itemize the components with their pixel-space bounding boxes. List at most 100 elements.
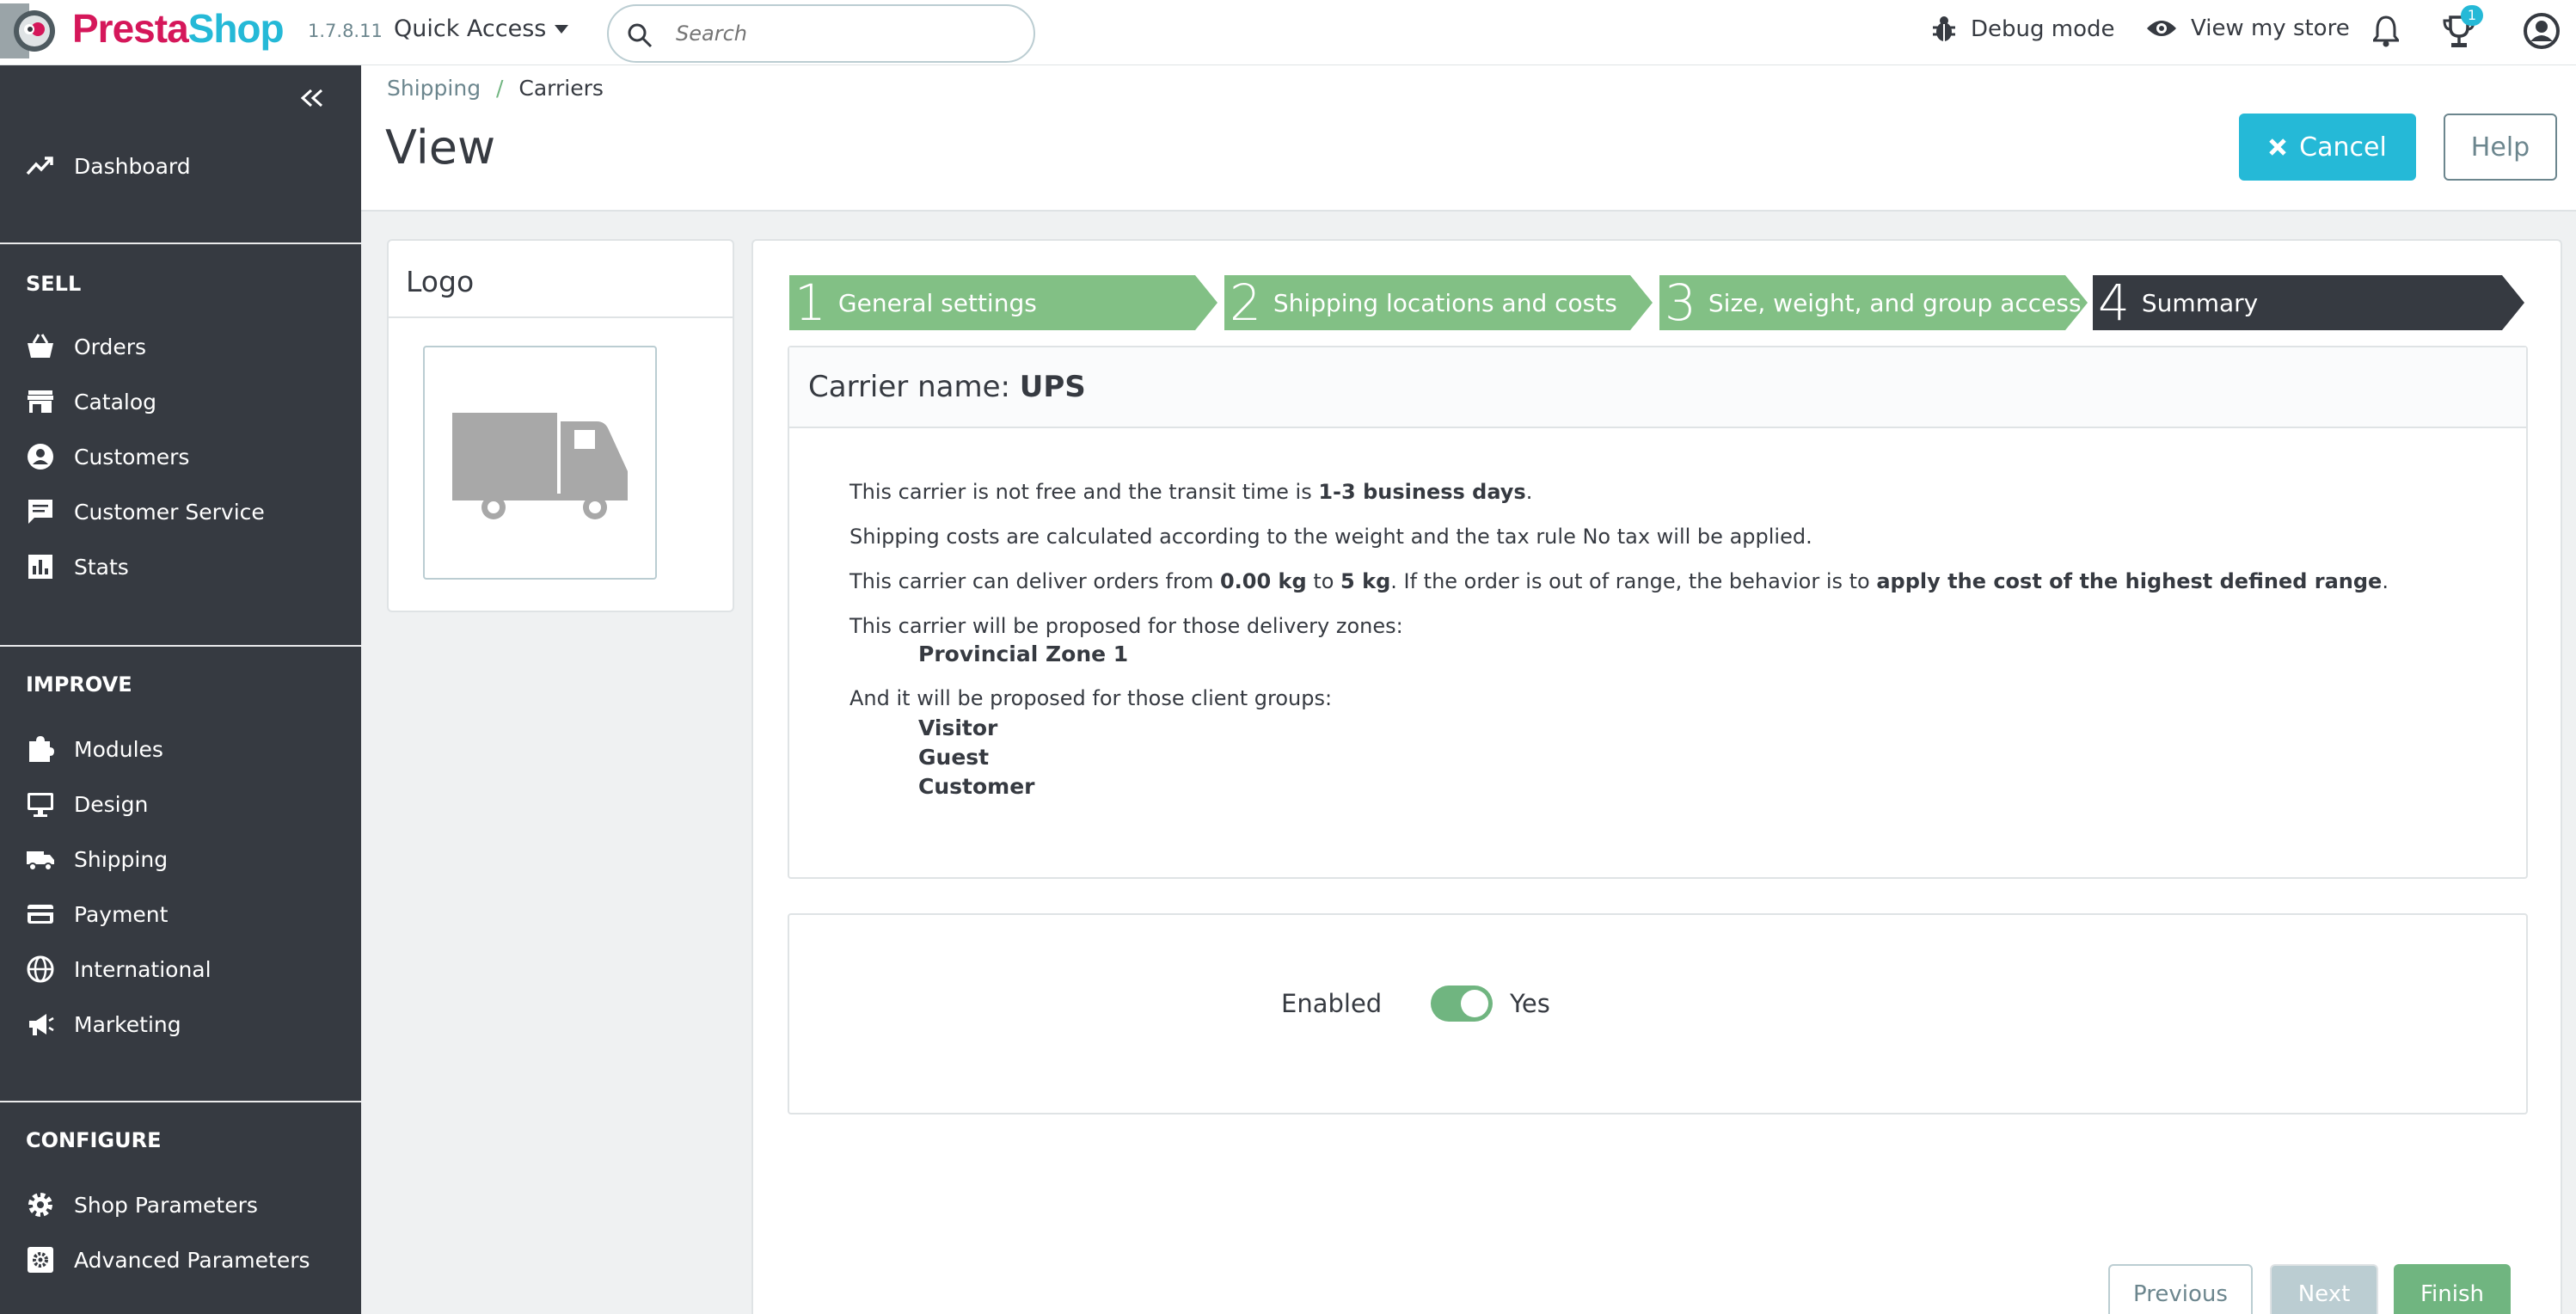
sidebar-section-configure: CONFIGURE <box>26 1128 162 1152</box>
enabled-toggle[interactable] <box>1431 985 1493 1022</box>
close-icon <box>2269 138 2286 156</box>
sidebar-label-customer-service: Customer Service <box>74 499 265 525</box>
sidebar-label-dashboard: Dashboard <box>74 153 191 179</box>
step-number: 1 <box>794 273 826 332</box>
search-icon <box>628 23 653 48</box>
globe-icon <box>27 955 54 983</box>
breadcrumb-separator: / <box>496 76 504 101</box>
sidebar-section-sell: SELL <box>26 272 82 296</box>
enabled-label: Enabled <box>1281 989 1383 1018</box>
step-number: 4 <box>2098 273 2130 332</box>
carrier-logo-image <box>423 346 657 580</box>
summary-text: This carrier is not free and the transit… <box>849 480 1319 504</box>
quick-access-dropdown[interactable]: Quick Access <box>394 15 569 42</box>
enabled-value: Yes <box>1510 989 1550 1018</box>
sidebar-label-customers: Customers <box>74 444 190 470</box>
summary-transit-line: This carrier is not free and the transit… <box>849 480 1532 504</box>
step-label: Summary <box>2141 288 2259 317</box>
debug-mode-link[interactable]: Debug mode <box>1931 15 2115 43</box>
summary-panel-header: Carrier name: UPS <box>789 347 2526 428</box>
breadcrumb-shipping[interactable]: Shipping <box>387 76 481 101</box>
next-button[interactable]: Next <box>2270 1264 2378 1314</box>
sidebar-section-improve: IMPROVE <box>26 672 132 697</box>
eye-icon <box>2147 21 2176 36</box>
summary-costs-line: Shipping costs are calculated according … <box>849 525 1812 549</box>
search-input[interactable] <box>676 18 1003 49</box>
finish-button[interactable]: Finish <box>2394 1264 2511 1314</box>
prestashop-logo-icon[interactable] <box>0 3 58 58</box>
caret-down-icon <box>555 24 569 34</box>
sidebar-label-shop-parameters: Shop Parameters <box>74 1192 258 1218</box>
gear-icon <box>28 1193 52 1217</box>
wizard-step-3[interactable]: 3 Size, weight, and group access <box>1659 273 2088 332</box>
cancel-button[interactable]: Cancel <box>2239 114 2416 181</box>
brand-logo-text[interactable]: PrestaShop <box>72 5 285 52</box>
store-icon <box>28 390 53 413</box>
help-button[interactable]: Help <box>2444 114 2557 181</box>
shopping-basket-icon <box>28 334 53 358</box>
sidebar-item-payment[interactable]: Payment <box>26 893 168 936</box>
sidebar-item-customers[interactable]: Customers <box>26 435 189 478</box>
account-icon[interactable] <box>2523 12 2561 50</box>
sidebar-item-customer-service[interactable]: Customer Service <box>26 490 265 533</box>
transit-time-value: 1-3 business days <box>1318 480 1526 504</box>
range-max-value: 5 kg <box>1340 569 1391 593</box>
enabled-panel <box>788 913 2528 1114</box>
step-number: 3 <box>1665 273 1696 332</box>
sidebar-item-shipping[interactable]: Shipping <box>26 838 168 881</box>
summary-range-line: This carrier can deliver orders from 0.0… <box>849 569 2389 593</box>
carrier-name-value: UPS <box>1019 370 1086 404</box>
wizard-step-1[interactable]: 1 General settings <box>789 273 1217 332</box>
debug-mode-label: Debug mode <box>1971 16 2115 42</box>
megaphone-icon <box>29 1014 54 1035</box>
bug-icon <box>1933 16 1955 41</box>
previous-button[interactable]: Previous <box>2108 1264 2253 1314</box>
sidebar-item-advanced-parameters[interactable]: Advanced Parameters <box>26 1238 310 1281</box>
sidebar-divider <box>0 645 361 647</box>
notifications-bell-icon[interactable] <box>2373 14 2399 48</box>
sidebar-item-orders[interactable]: Orders <box>26 325 146 368</box>
sidebar-item-marketing[interactable]: Marketing <box>26 1003 181 1046</box>
puzzle-icon <box>29 736 54 762</box>
step-number: 2 <box>1230 273 1261 332</box>
sidebar-item-international[interactable]: International <box>26 948 212 991</box>
group-item: Customer <box>918 774 1035 799</box>
truck-icon <box>27 851 54 871</box>
breadcrumb-carriers: Carriers <box>518 76 604 101</box>
sidebar-item-modules[interactable]: Modules <box>26 728 163 771</box>
version-label: 1.7.8.11 <box>308 21 383 41</box>
notification-count-badge: 1 <box>2461 5 2483 26</box>
sidebar-item-catalog[interactable]: Catalog <box>26 380 156 423</box>
logo-panel: Logo <box>387 239 734 612</box>
cancel-label: Cancel <box>2299 132 2387 163</box>
view-store-link[interactable]: View my store <box>2146 15 2350 41</box>
sidebar-item-stats[interactable]: Stats <box>26 545 129 588</box>
summary-text: . <box>2382 569 2389 593</box>
summary-panel: Carrier name: UPS <box>788 346 2528 879</box>
range-min-value: 0.00 kg <box>1219 569 1307 593</box>
breadcrumb: Shipping / Carriers <box>387 76 604 101</box>
chat-icon <box>28 500 52 524</box>
sidebar-label-modules: Modules <box>74 736 163 762</box>
sidebar-divider <box>0 1101 361 1102</box>
summary-text: to <box>1306 569 1341 593</box>
truck-icon <box>452 413 628 519</box>
logo-panel-title: Logo <box>389 241 733 318</box>
collapse-sidebar-icon[interactable] <box>299 88 325 108</box>
sidebar-label-catalog: Catalog <box>74 389 157 414</box>
search-box[interactable] <box>607 4 1035 63</box>
credit-card-icon <box>28 905 53 924</box>
sidebar-item-shop-parameters[interactable]: Shop Parameters <box>26 1183 258 1226</box>
carrier-name-label: Carrier name: <box>808 370 1010 404</box>
summary-zones-line: This carrier will be proposed for those … <box>849 614 1403 638</box>
sidebar-label-orders: Orders <box>74 334 147 359</box>
summary-text: . <box>1525 480 1533 504</box>
sidebar-label-stats: Stats <box>74 554 129 580</box>
sidebar-label-marketing: Marketing <box>74 1011 181 1037</box>
monitor-icon <box>28 793 53 817</box>
trending-up-icon <box>26 157 53 175</box>
sidebar-item-dashboard[interactable]: Dashboard <box>26 144 191 187</box>
wizard-step-2[interactable]: 2 Shipping locations and costs <box>1224 273 1653 332</box>
sidebar-item-design[interactable]: Design <box>26 783 148 826</box>
wizard-step-4[interactable]: 4 Summary <box>2093 273 2524 332</box>
